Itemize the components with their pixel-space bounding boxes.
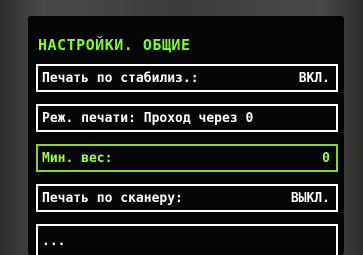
page-title: НАСТРОЙКИ. ОБЩИЕ — [38, 36, 191, 54]
menu-item-print-by-scanner[interactable]: Печать по сканеру: ВЫКЛ. — [36, 184, 338, 212]
menu-item-label: Печать по сканеру: — [42, 190, 183, 206]
menu-item-more[interactable]: ... — [36, 224, 338, 255]
menu-item-label: Реж. печати: Проход через 0 — [42, 110, 254, 126]
menu-item-label: ... — [42, 233, 66, 249]
menu-item-label: Мин. вес: — [42, 150, 113, 166]
menu-item-value: ВЫКЛ. — [290, 190, 330, 206]
menu-item-print-on-stabilization[interactable]: Печать по стабилиз.: ВКЛ. — [36, 64, 338, 92]
menu-item-value: 0 — [322, 150, 330, 166]
menu-item-value: ВКЛ. — [298, 70, 330, 86]
menu-item-print-mode[interactable]: Реж. печати: Проход через 0 — [36, 104, 338, 132]
menu-item-label: Печать по стабилиз.: — [42, 70, 199, 86]
lcd-screen: НАСТРОЙКИ. ОБЩИЕ Печать по стабилиз.: ВК… — [28, 16, 344, 255]
menu-item-min-weight[interactable]: Мин. вес: 0 — [36, 144, 338, 172]
